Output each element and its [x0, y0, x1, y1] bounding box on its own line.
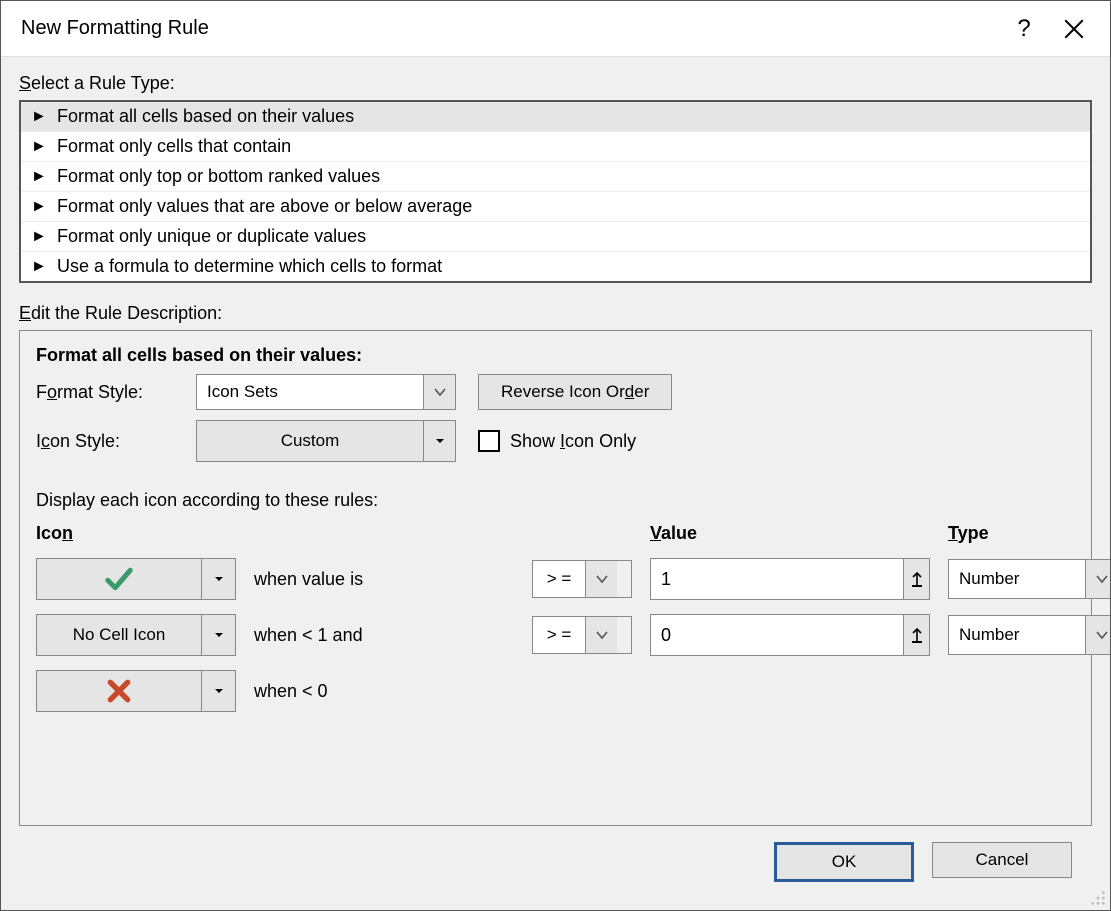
rule-description-box: Format all cells based on their values: …: [19, 330, 1092, 826]
close-icon: [1064, 19, 1084, 39]
value-input-2[interactable]: [651, 615, 903, 655]
operator-value: > =: [533, 561, 585, 597]
bullet-icon: ►: [31, 228, 51, 246]
dialog-footer: OK Cancel: [19, 826, 1092, 898]
rule-type-label: Format all cells based on their values: [57, 106, 354, 127]
bullet-icon: ►: [31, 258, 51, 276]
rule-type-item[interactable]: ► Use a formula to determine which cells…: [21, 252, 1090, 281]
show-icon-only-label: Show Icon Only: [510, 431, 636, 452]
icon-style-value: Custom: [197, 421, 423, 461]
icon-style-row: Icon Style: Custom Show Icon Only: [36, 420, 1075, 462]
rule-type-item[interactable]: ► Format only cells that contain: [21, 132, 1090, 162]
caret-down-icon: [201, 615, 235, 655]
red-x-icon: [37, 671, 201, 711]
icon-style-label: Icon Style:: [36, 431, 196, 452]
condition-text-1: when value is: [254, 569, 514, 590]
col-header-type: Type: [948, 523, 1110, 544]
ok-button[interactable]: OK: [774, 842, 914, 882]
chevron-down-icon: [1085, 616, 1110, 654]
select-rule-type-label: Select a Rule Type:: [19, 73, 1092, 94]
chevron-down-icon: [423, 375, 455, 409]
col-header-value: Value: [650, 523, 930, 544]
range-icon: [909, 627, 925, 643]
bullet-icon: ►: [31, 138, 51, 156]
range-select-button-1[interactable]: [903, 559, 929, 599]
icon-picker-1[interactable]: [36, 558, 236, 600]
operator-value: > =: [533, 617, 585, 653]
caret-down-icon: [423, 421, 455, 461]
rule-type-label: Use a formula to determine which cells t…: [57, 256, 442, 277]
caret-down-icon: [201, 671, 235, 711]
resize-grip-icon[interactable]: [1090, 890, 1106, 906]
icon-picker-2[interactable]: No Cell Icon: [36, 614, 236, 656]
icon-rules-grid: Icon Value Type when value is > =: [36, 523, 1075, 712]
type-value: Number: [949, 560, 1085, 598]
no-cell-icon-label: No Cell Icon: [37, 615, 201, 655]
value-input-1[interactable]: [651, 559, 903, 599]
rule-type-item[interactable]: ► Format only unique or duplicate values: [21, 222, 1090, 252]
icon-picker-3[interactable]: [36, 670, 236, 712]
show-icon-only-checkbox[interactable]: [478, 430, 500, 452]
value-input-1-wrap: [650, 558, 930, 600]
rule-type-list[interactable]: ► Format all cells based on their values…: [19, 100, 1092, 283]
rule-type-label: Format only values that are above or bel…: [57, 196, 472, 217]
green-check-icon: [37, 559, 201, 599]
operator-dropdown-1[interactable]: > =: [532, 560, 632, 598]
rule-type-item[interactable]: ► Format all cells based on their values: [21, 102, 1090, 132]
help-button[interactable]: ?: [1002, 7, 1046, 51]
type-dropdown-1[interactable]: Number: [948, 559, 1110, 599]
rule-type-label: Format only unique or duplicate values: [57, 226, 366, 247]
caret-down-icon: [201, 559, 235, 599]
rule-type-label: Format only top or bottom ranked values: [57, 166, 380, 187]
display-rules-label: Display each icon according to these rul…: [36, 490, 1075, 511]
format-style-label: Format Style:: [36, 382, 196, 403]
condition-text-3: when < 0: [254, 681, 514, 702]
type-dropdown-2[interactable]: Number: [948, 615, 1110, 655]
bullet-icon: ►: [31, 198, 51, 216]
cancel-button[interactable]: Cancel: [932, 842, 1072, 878]
description-heading: Format all cells based on their values:: [36, 345, 1075, 366]
value-input-2-wrap: [650, 614, 930, 656]
col-header-icon: Icon: [36, 523, 236, 544]
new-formatting-rule-dialog: New Formatting Rule ? Select a Rule Type…: [0, 0, 1111, 911]
chevron-down-icon: [585, 561, 617, 597]
icon-style-dropdown[interactable]: Custom: [196, 420, 456, 462]
edit-rule-description-label: Edit the Rule Description:: [19, 303, 1092, 324]
rule-type-item[interactable]: ► Format only top or bottom ranked value…: [21, 162, 1090, 192]
chevron-down-icon: [585, 617, 617, 653]
chevron-down-icon: [1085, 560, 1110, 598]
format-style-dropdown[interactable]: Icon Sets: [196, 374, 456, 410]
range-select-button-2[interactable]: [903, 615, 929, 655]
operator-dropdown-2[interactable]: > =: [532, 616, 632, 654]
format-style-row: Format Style: Icon Sets Reverse Icon Ord…: [36, 374, 1075, 410]
range-icon: [909, 571, 925, 587]
type-value: Number: [949, 616, 1085, 654]
rule-type-label: Format only cells that contain: [57, 136, 291, 157]
bullet-icon: ►: [31, 168, 51, 186]
bullet-icon: ►: [31, 108, 51, 126]
titlebar: New Formatting Rule ?: [1, 1, 1110, 57]
dialog-content: Select a Rule Type: ► Format all cells b…: [1, 57, 1110, 910]
close-button[interactable]: [1052, 7, 1096, 51]
condition-text-2: when < 1 and: [254, 625, 514, 646]
reverse-icon-order-button[interactable]: Reverse Icon Order: [478, 374, 672, 410]
dialog-title: New Formatting Rule: [21, 17, 1002, 40]
format-style-value: Icon Sets: [197, 375, 423, 409]
rule-type-item[interactable]: ► Format only values that are above or b…: [21, 192, 1090, 222]
